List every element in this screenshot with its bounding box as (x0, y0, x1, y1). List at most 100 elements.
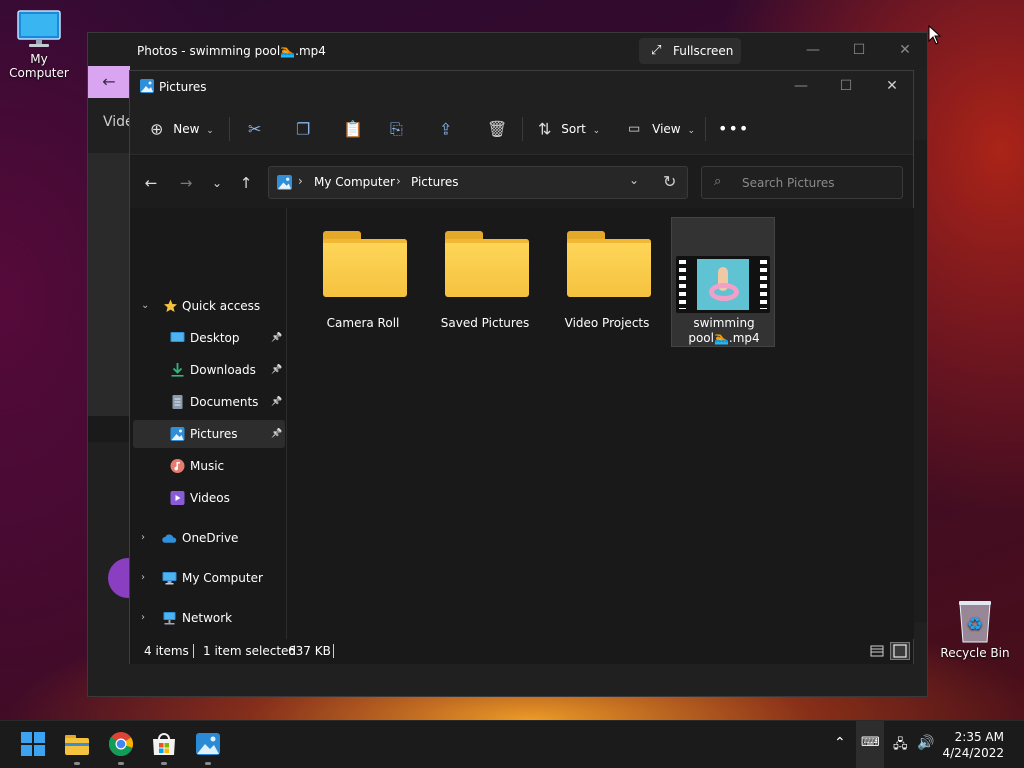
arrow-left-icon: ← (144, 174, 158, 192)
documents-icon (172, 395, 183, 409)
fullscreen-button[interactable]: ⤢ Fullscreen (639, 38, 741, 64)
folder-item-video-projects[interactable]: Video Projects (555, 217, 659, 347)
svg-text:♻: ♻ (967, 614, 983, 635)
sort-button[interactable]: ⇅ Sort ⌄ (538, 103, 600, 155)
address-dropdown-icon[interactable]: ⌄ (629, 173, 639, 187)
photos-side-panel (88, 153, 130, 416)
show-hidden-icons-button[interactable]: ⌃ (834, 735, 846, 751)
paste-button[interactable]: 📋 (343, 103, 363, 155)
nav-item-my-computer[interactable]: › My Computer (133, 564, 285, 592)
item-count: 4 items (144, 644, 189, 658)
pin-icon: 📌 (271, 365, 283, 375)
chevron-right-icon[interactable]: › (141, 604, 145, 632)
scissors-icon: ✂ (248, 119, 262, 139)
keyboard-button[interactable]: ⌨ (856, 721, 884, 768)
desktop-icon-recycle-bin[interactable]: ♻ Recycle Bin (937, 598, 1013, 660)
details-view-icon (870, 645, 884, 657)
share-button[interactable]: ⇪ (439, 103, 452, 155)
up-button[interactable]: ↑ (233, 170, 259, 196)
breadcrumb-pictures[interactable]: Pictures (411, 175, 459, 189)
chevron-down-icon: ⌄ (206, 126, 214, 136)
view-icon: ▭ (628, 121, 641, 137)
file-name: Camera Roll (326, 316, 400, 330)
trash-icon: 🗑 (487, 119, 508, 139)
search-icon: ⌕ (714, 174, 722, 189)
desktop-icon-label: My Computer (9, 52, 69, 80)
details-view-button[interactable] (867, 642, 887, 660)
breadcrumb-separator-icon: › (396, 174, 401, 188)
pictures-icon (140, 79, 154, 93)
search-box[interactable]: ⌕ Search Pictures (701, 166, 903, 199)
nav-item-label: My Computer (182, 571, 263, 585)
nav-item-network[interactable]: › Network (133, 604, 285, 632)
file-explorer-window: Pictures — ☐ ✕ ⊕ New ⌄ ✂ ❐ 📋 ⎘ ⇪ 🗑 ⇅ Sor… (129, 70, 914, 664)
nav-item-onedrive[interactable]: › OneDrive (133, 524, 285, 552)
more-options-button[interactable]: ••• (718, 103, 749, 155)
photos-minimize-button[interactable]: — (790, 33, 836, 67)
explorer-minimize-button[interactable]: — (778, 70, 824, 104)
chrome-icon[interactable] (108, 731, 134, 757)
new-label: New (173, 122, 200, 136)
address-bar[interactable]: › My Computer › Pictures ⌄ ↻ (268, 166, 688, 199)
folder-item-camera-roll[interactable]: Camera Roll (311, 217, 415, 347)
clock-time[interactable]: 2:35 AM (955, 730, 1004, 744)
nav-item-downloads[interactable]: Downloads 📌 (133, 356, 285, 384)
view-label: View (652, 122, 681, 136)
explorer-maximize-button[interactable]: ☐ (823, 70, 869, 104)
recent-locations-button[interactable]: ⌄ (204, 170, 230, 196)
pin-icon: 📌 (271, 429, 283, 439)
desktop-icon-label: Recycle Bin (940, 646, 1010, 660)
volume-icon[interactable]: 🔊 (917, 735, 934, 751)
nav-item-label: Documents (190, 395, 259, 409)
copy-icon: ❐ (296, 119, 311, 139)
clock-date[interactable]: 4/24/2022 (942, 746, 1004, 760)
nav-item-label: Videos (190, 491, 230, 505)
chevron-down-icon[interactable]: ⌄ (141, 292, 149, 320)
large-icons-view-button[interactable] (890, 642, 910, 660)
new-button[interactable]: ⊕ New ⌄ (150, 103, 214, 155)
photos-maximize-button[interactable]: ☐ (836, 33, 882, 67)
delete-button[interactable]: 🗑 (487, 103, 507, 155)
photos-close-button[interactable]: ✕ (882, 33, 928, 67)
file-name: Video Projects (564, 316, 650, 330)
explorer-titlebar: Pictures — ☐ ✕ (130, 71, 913, 103)
photos-scrollbar[interactable] (913, 140, 927, 622)
file-explorer-icon[interactable] (64, 731, 90, 757)
refresh-icon[interactable]: ↻ (663, 172, 676, 191)
breadcrumb-my-computer[interactable]: My Computer (314, 175, 395, 189)
running-indicator (161, 762, 167, 765)
chevron-right-icon[interactable]: › (141, 564, 145, 592)
photos-icon[interactable] (195, 731, 221, 757)
store-icon[interactable] (151, 731, 177, 757)
file-name-line: pool🏊.mp4 (688, 331, 760, 345)
pin-icon: 📌 (271, 397, 283, 407)
chevron-right-icon[interactable]: › (141, 524, 145, 552)
nav-item-desktop[interactable]: Desktop 📌 (133, 324, 285, 352)
forward-button[interactable]: → (173, 170, 199, 196)
music-icon (170, 459, 185, 473)
nav-item-pictures[interactable]: Pictures 📌 (133, 420, 285, 448)
videos-icon (170, 491, 185, 505)
start-icon[interactable] (20, 731, 46, 757)
file-list: Camera Roll Saved Pictures Video Project… (290, 208, 914, 639)
folder-item-saved-pictures[interactable]: Saved Pictures (433, 217, 537, 347)
desktop-icon-my-computer[interactable]: My Computer (1, 10, 77, 80)
plus-circle-icon: ⊕ (150, 119, 164, 139)
nav-item-videos[interactable]: Videos (133, 484, 285, 512)
nav-item-documents[interactable]: Documents 📌 (133, 388, 285, 416)
cut-button[interactable]: ✂ (248, 103, 261, 155)
explorer-close-button[interactable]: ✕ (869, 70, 915, 104)
back-button[interactable]: ← (138, 170, 164, 196)
computer-icon (162, 572, 177, 585)
chevron-down-icon: ⌄ (592, 126, 601, 136)
nav-item-music[interactable]: Music (133, 452, 285, 480)
status-bar: 4 items 1 item selected 637 KB (130, 639, 913, 664)
network-icon[interactable]: 🖧 (893, 735, 908, 757)
photos-back-button[interactable]: ← (88, 66, 130, 98)
nav-quick-access[interactable]: ⌄ Quick access (133, 292, 285, 320)
rename-button[interactable]: ⎘ (390, 103, 403, 155)
selection-size: 637 KB (288, 644, 331, 658)
file-item-swimming-pool-mp4[interactable]: swimming pool🏊.mp4 (671, 217, 775, 347)
view-button[interactable]: ▭ View ⌄ (628, 103, 695, 155)
copy-button[interactable]: ❐ (296, 103, 310, 155)
